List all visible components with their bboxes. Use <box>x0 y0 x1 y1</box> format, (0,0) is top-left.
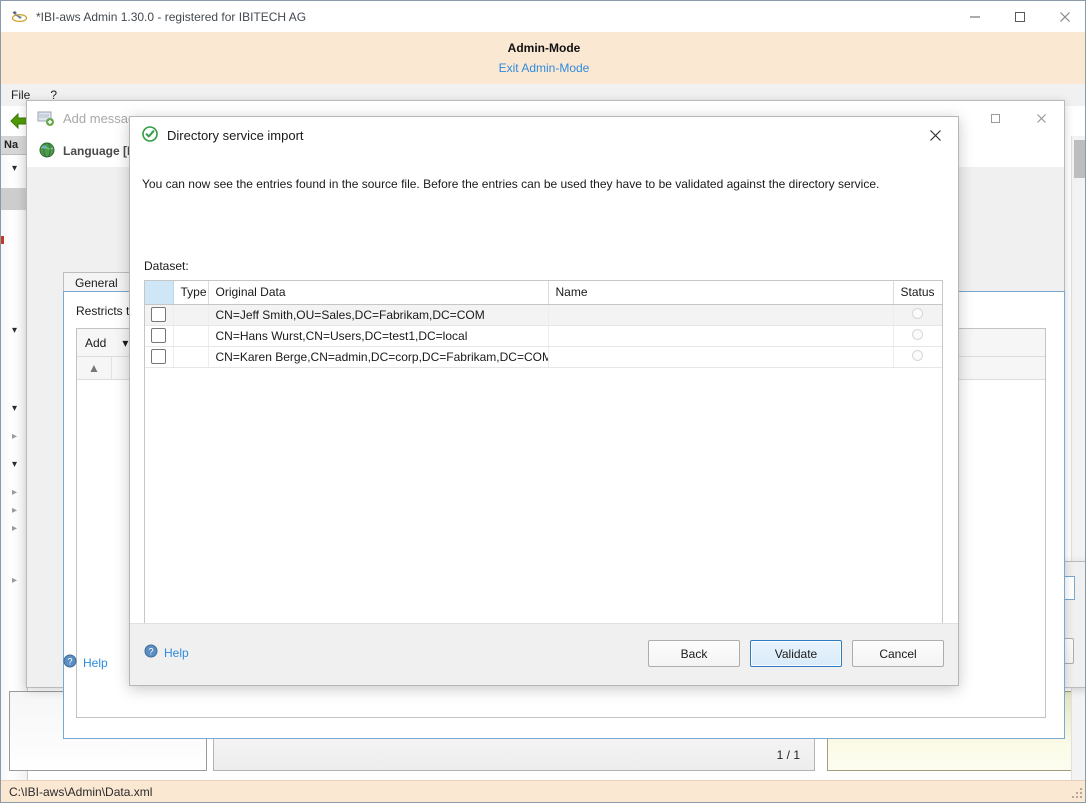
dialog-body: You can now see the entries found in the… <box>130 154 958 624</box>
page-indicator: 1 / 1 <box>777 748 800 762</box>
admin-mode-banner: Admin-Mode Exit Admin-Mode <box>1 32 1086 84</box>
column-header-status[interactable]: Status <box>893 281 942 304</box>
row-checkbox-cell[interactable] <box>145 346 173 367</box>
dialog-intro-text: You can now see the entries found in the… <box>142 176 944 192</box>
chevron-right-icon[interactable]: ▸ <box>12 506 17 516</box>
admin-mode-label: Admin-Mode <box>508 40 581 57</box>
dialog-header: Directory service import <box>130 117 958 154</box>
exit-admin-mode-link[interactable]: Exit Admin-Mode <box>499 59 590 77</box>
status-bar: C:\IBI-aws\Admin\Data.xml <box>1 780 1086 802</box>
resize-grip-icon[interactable] <box>1072 788 1084 800</box>
dialog-title: Directory service import <box>167 128 304 143</box>
chevron-right-icon[interactable]: ▸ <box>12 488 17 498</box>
window-controls <box>952 1 1086 32</box>
directory-service-import-dialog: Directory service import You can now see… <box>129 116 959 686</box>
row-name <box>548 304 893 325</box>
row-type <box>173 346 208 367</box>
row-type <box>173 325 208 346</box>
row-checkbox[interactable] <box>151 307 166 322</box>
app-window: *IBI-aws Admin 1.30.0 - registered for I… <box>0 0 1086 803</box>
row-checkbox-cell[interactable] <box>145 325 173 346</box>
status-indicator-icon <box>912 329 923 340</box>
cancel-button[interactable]: Cancel <box>852 640 944 667</box>
row-name <box>548 325 893 346</box>
add-button[interactable]: Add <box>77 330 114 356</box>
tab-general[interactable]: General <box>63 272 130 292</box>
svg-text:?: ? <box>148 646 153 656</box>
close-button[interactable] <box>1018 101 1064 135</box>
dialog-close-button[interactable] <box>912 117 958 154</box>
chevron-down-icon[interactable]: ▾ <box>12 404 17 414</box>
help-label: Help <box>164 646 189 660</box>
row-original-data: CN=Hans Wurst,CN=Users,DC=test1,DC=local <box>208 325 548 346</box>
chevron-down-icon[interactable]: ▾ <box>12 164 17 174</box>
chevron-right-icon[interactable]: ▸ <box>12 524 17 534</box>
tree-marker-red <box>1 236 4 244</box>
row-checkbox-cell[interactable] <box>145 304 173 325</box>
help-icon: ? <box>144 644 158 661</box>
green-check-circle-icon <box>142 126 158 145</box>
dataset-grid[interactable]: Type Original Data Name Status CN=Jeff S… <box>144 280 943 666</box>
title-bar: *IBI-aws Admin 1.30.0 - registered for I… <box>1 1 1086 32</box>
table-header-row: Type Original Data Name Status <box>145 281 942 304</box>
table-row[interactable]: CN=Karen Berge,CN=admin,DC=corp,DC=Fabri… <box>145 346 942 367</box>
chevron-right-icon[interactable]: ▸ <box>12 576 17 586</box>
add-message-window-controls <box>972 101 1064 135</box>
dataset-label: Dataset: <box>144 259 189 273</box>
close-button[interactable] <box>1042 1 1086 32</box>
help-icon: ? <box>63 654 77 671</box>
status-bar-path: C:\IBI-aws\Admin\Data.xml <box>9 785 152 799</box>
status-indicator-icon <box>912 308 923 319</box>
maximize-button[interactable] <box>997 1 1042 32</box>
dialog-help-link[interactable]: ? Help <box>144 644 189 661</box>
row-status <box>893 304 942 325</box>
tree-selected-row[interactable] <box>1 188 27 210</box>
help-label: Help <box>83 656 108 670</box>
column-header-original-data[interactable]: Original Data <box>208 281 548 304</box>
chevron-down-icon[interactable]: ▾ <box>12 326 17 336</box>
row-original-data: CN=Karen Berge,CN=admin,DC=corp,DC=Fabri… <box>208 346 548 367</box>
row-checkbox[interactable] <box>151 328 166 343</box>
message-icon <box>37 110 55 126</box>
back-button[interactable]: Back <box>648 640 740 667</box>
sort-ascending-icon[interactable]: ▲ <box>77 361 111 375</box>
select-all-header[interactable] <box>145 281 173 304</box>
column-header-name[interactable]: Name <box>548 281 893 304</box>
svg-text:?: ? <box>67 656 72 666</box>
tree-header: Na <box>1 136 27 155</box>
row-type <box>173 304 208 325</box>
chevron-down-icon[interactable]: ▾ <box>12 460 17 470</box>
tree-column[interactable]: Na ▾ ▾ ▾ ▸ ▾ ▸ ▸ ▸ ▸ <box>1 136 28 781</box>
row-checkbox[interactable] <box>151 349 166 364</box>
add-message-help-link[interactable]: ? Help <box>63 654 108 671</box>
table-row[interactable]: CN=Jeff Smith,OU=Sales,DC=Fabrikam,DC=CO… <box>145 304 942 325</box>
validate-button[interactable]: Validate <box>750 640 842 667</box>
globe-icon <box>39 142 55 161</box>
dialog-footer: ? Help Back Validate Cancel <box>130 623 958 685</box>
app-icon <box>11 9 28 25</box>
minimize-button[interactable] <box>952 1 997 32</box>
column-header-type[interactable]: Type <box>173 281 208 304</box>
row-status <box>893 346 942 367</box>
row-status <box>893 325 942 346</box>
dialog-button-row: Back Validate Cancel <box>648 640 944 667</box>
table-row[interactable]: CN=Hans Wurst,CN=Users,DC=test1,DC=local <box>145 325 942 346</box>
window-title: *IBI-aws Admin 1.30.0 - registered for I… <box>36 10 306 24</box>
dataset-table: Type Original Data Name Status CN=Jeff S… <box>145 281 943 368</box>
chevron-right-icon[interactable]: ▸ <box>12 432 17 442</box>
maximize-button[interactable] <box>972 101 1018 135</box>
status-indicator-icon <box>912 350 923 361</box>
row-name <box>548 346 893 367</box>
scrollbar-thumb[interactable] <box>1074 140 1085 178</box>
row-original-data: CN=Jeff Smith,OU=Sales,DC=Fabrikam,DC=CO… <box>208 304 548 325</box>
